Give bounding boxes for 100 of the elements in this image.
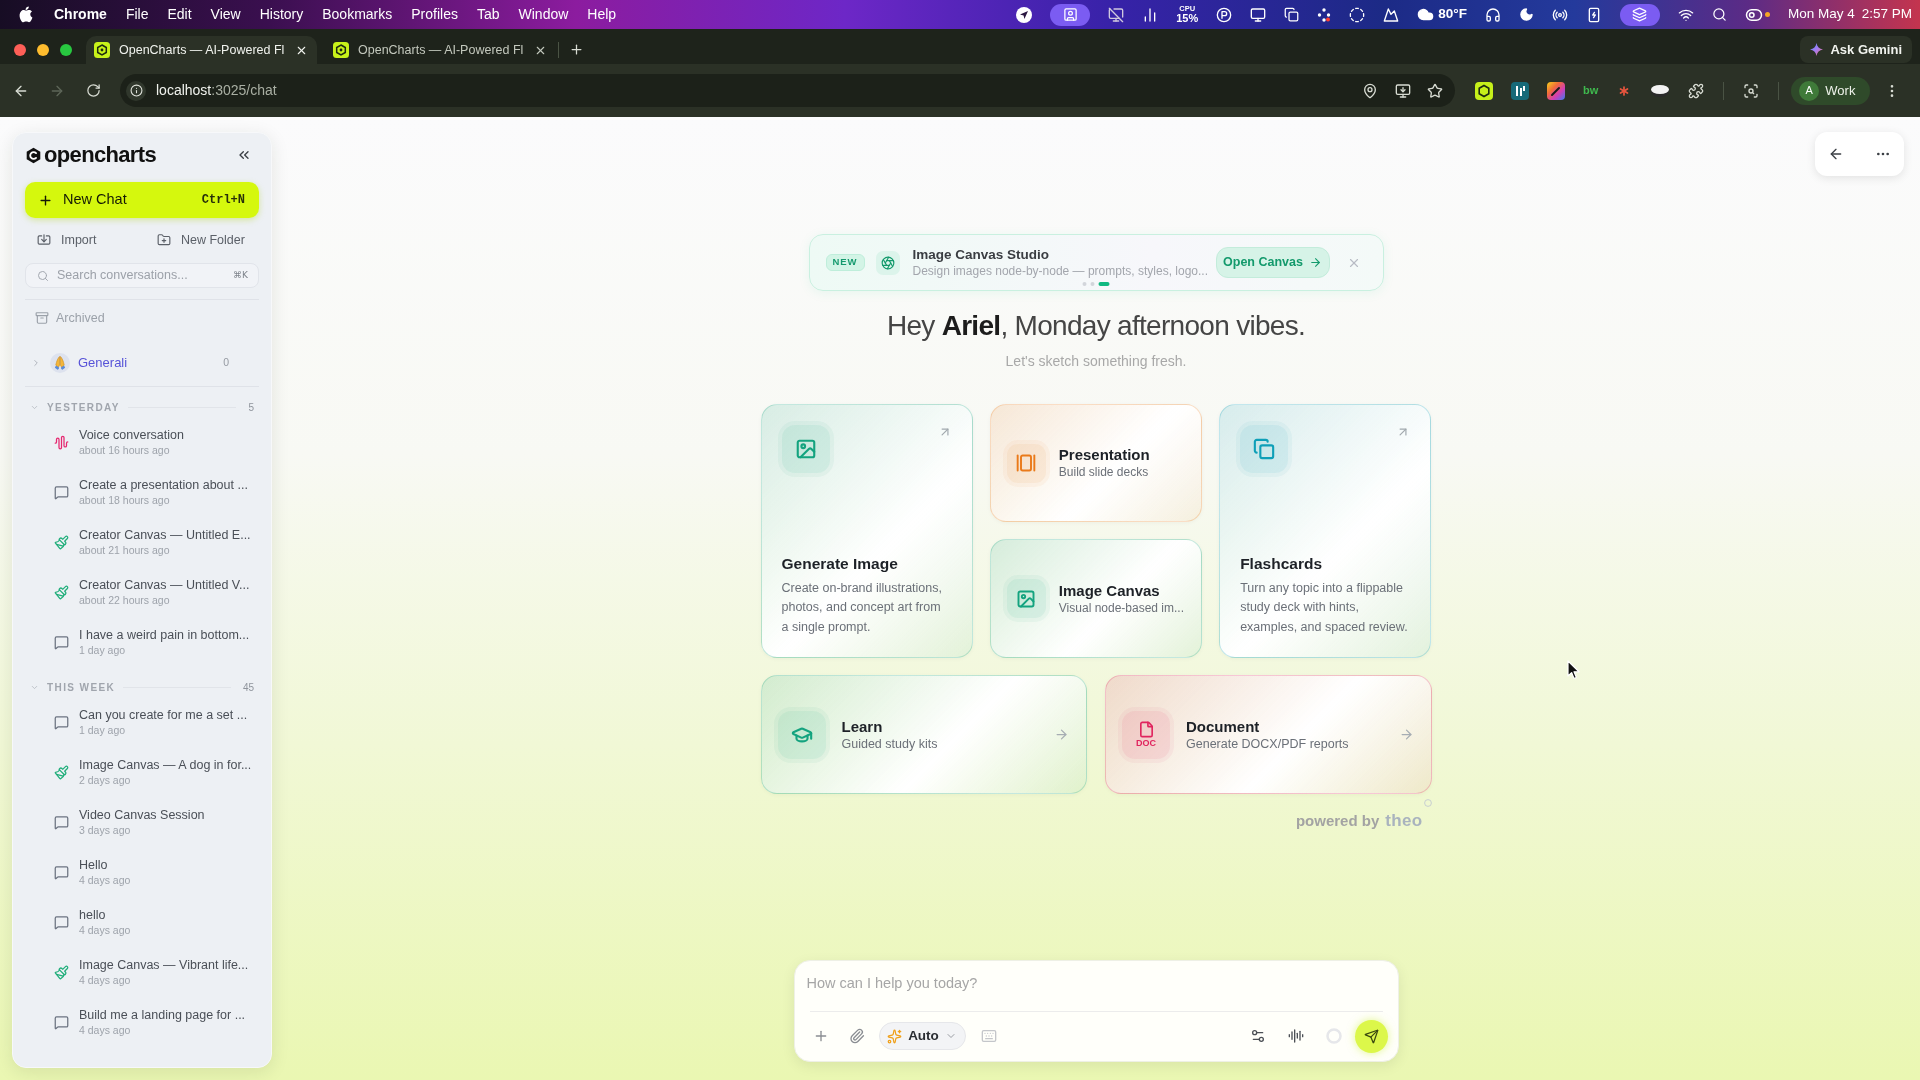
praying-hands-icon <box>50 353 70 373</box>
disc-extension-icon[interactable] <box>1650 83 1671 98</box>
arrow-right-icon <box>1054 727 1069 742</box>
import-icon[interactable] <box>37 233 51 247</box>
mode-selector[interactable]: Auto <box>878 1022 966 1050</box>
conversation-title[interactable]: Can you create for me a set ... <box>79 707 248 723</box>
feature-card[interactable]: DOC Document Generate DOCX/PDF reports <box>1105 675 1432 794</box>
mountain-icon[interactable] <box>1383 6 1400 23</box>
headphones-icon[interactable] <box>1484 6 1501 23</box>
conversation-title[interactable]: Video Canvas Session <box>79 807 205 823</box>
new-badge: NEW <box>825 254 865 271</box>
conversation-title[interactable]: Build me a landing page for ... <box>79 1007 246 1023</box>
dashed-circle-icon[interactable] <box>1349 6 1366 23</box>
conversation-time: about 18 hours ago <box>79 493 171 507</box>
search-icon <box>37 269 49 282</box>
conversation-title[interactable]: hello <box>79 907 131 923</box>
menu-bar-time[interactable]: 2:57 PM <box>1861 4 1912 25</box>
keyboard-shortcut: Ctrl+N <box>201 192 245 209</box>
conversation-title[interactable]: Voice conversation <box>79 427 184 443</box>
user-screen-icon[interactable] <box>1050 3 1091 26</box>
reload-icon[interactable] <box>86 83 101 98</box>
folder-plus-icon[interactable] <box>157 233 171 247</box>
menu-item[interactable]: Help <box>587 4 617 25</box>
conversation-title[interactable]: Creator Canvas — Untitled V... <box>79 577 250 593</box>
send-button[interactable] <box>1354 1019 1388 1053</box>
conversation-title[interactable]: Hello <box>79 857 131 873</box>
minimize-window-button[interactable] <box>37 43 49 56</box>
conversation-title[interactable]: Creator Canvas — Untitled E... <box>79 527 251 543</box>
chat-bubble-icon <box>54 814 69 830</box>
brand-logo-text: theo <box>1385 811 1423 831</box>
conversation-title[interactable]: Image Canvas — A dog in for... <box>79 757 252 773</box>
feature-card[interactable]: Generate Image Create on-brand illustrations, photos, and concept art from a single prompt. <box>760 404 973 658</box>
bookmark-star-icon[interactable] <box>1427 82 1443 99</box>
menu-item[interactable]: Bookmarks <box>322 4 393 25</box>
search-input[interactable]: Search conversations... <box>57 266 234 285</box>
card-description: Generate DOCX/PDF reports <box>1186 735 1349 753</box>
folder-name[interactable]: Generali <box>78 353 128 373</box>
profile-button[interactable]: A Work <box>1791 76 1871 105</box>
message-input[interactable]: How can I help you today? <box>806 967 1386 999</box>
menu-item[interactable]: History <box>259 4 304 25</box>
app-menu[interactable]: Chrome <box>54 4 107 25</box>
search-icon[interactable] <box>1711 7 1727 22</box>
banner-title: Image Canvas Studio <box>912 246 1051 263</box>
bars-extension-icon[interactable] <box>1511 81 1529 100</box>
menu-item[interactable]: File <box>125 4 149 25</box>
conversation-title[interactable]: I have a weird pain in bottom... <box>79 627 250 643</box>
menu-item[interactable]: Profiles <box>411 4 458 25</box>
feature-card[interactable]: Image Canvas Visual node-based im... <box>989 539 1203 658</box>
close-window-button[interactable] <box>14 43 26 56</box>
conversation-title[interactable]: Create a presentation about ... <box>79 477 248 493</box>
hexagon-favicon-icon <box>94 42 110 58</box>
address-bar[interactable]: localhost:3025/chat <box>120 74 1455 107</box>
menu-item[interactable]: Window <box>518 4 569 25</box>
ask-gemini-button[interactable]: Ask Gemini <box>1800 36 1912 63</box>
message-composer[interactable]: How can I help you today? Auto <box>793 960 1399 1062</box>
browser-tab[interactable]: OpenCharts — AI-Powered Fl <box>325 36 556 64</box>
paperclip-icon[interactable] <box>848 1028 865 1044</box>
menu-item[interactable]: View <box>210 4 241 25</box>
monitor-off-icon[interactable] <box>1108 6 1125 23</box>
site-info-icon[interactable] <box>126 80 146 101</box>
waveform-icon <box>54 434 69 450</box>
moon-icon[interactable] <box>1518 7 1534 22</box>
card-title: Generate Image <box>781 553 899 574</box>
back-arrow-icon[interactable] <box>1828 146 1844 162</box>
feature-card[interactable]: Flashcards Turn any topic into a flippable study deck with hints, examples, and spaced review. <box>1219 404 1432 658</box>
audio-lines-icon[interactable] <box>1287 1028 1304 1044</box>
feature-card[interactable]: Learn Guided study kits <box>760 675 1087 794</box>
conversation-title[interactable]: Image Canvas — Vibrant life... <box>79 957 249 973</box>
color-picker-extension-icon[interactable] <box>1547 81 1565 100</box>
feature-card[interactable]: Presentation Build slide decks <box>989 404 1203 522</box>
diamond-dots-icon[interactable] <box>1317 7 1332 22</box>
search-field[interactable]: Search conversations... ⌘K <box>25 263 259 288</box>
tab-search-icon[interactable] <box>1743 82 1760 99</box>
menu-item[interactable]: Edit <box>167 4 192 25</box>
new-chat-button[interactable]: New Chat Ctrl+N <box>25 182 259 218</box>
p-circle-icon[interactable] <box>1216 6 1233 23</box>
cloud-icon[interactable] <box>1417 6 1435 23</box>
monitor-icon[interactable] <box>1250 6 1267 23</box>
weather-temperature[interactable]: 80°F <box>1438 4 1467 25</box>
paintbrush-icon <box>54 964 69 980</box>
extension-label[interactable]: bw <box>1583 82 1599 99</box>
card-description: Turn any topic into a flippable study deck with hints, examples, and spaced review. <box>1240 579 1409 636</box>
hexagon-logo-icon <box>25 146 42 164</box>
menu-item[interactable]: Tab <box>476 4 500 25</box>
sidebar-action[interactable]: Import <box>61 230 97 250</box>
layers-icon[interactable] <box>1619 3 1660 26</box>
zoom-window-button[interactable] <box>60 43 72 56</box>
mouse-pointer-icon <box>1567 660 1580 680</box>
card-description: Visual node-based im... <box>1058 599 1184 617</box>
new-tab-icon[interactable] <box>569 42 584 57</box>
location-pin-icon[interactable] <box>1362 82 1378 99</box>
sliders-icon[interactable] <box>1249 1028 1266 1044</box>
apple-logo-icon[interactable] <box>19 6 33 23</box>
sidebar-action[interactable]: New Folder <box>181 230 245 250</box>
menu-bar-date[interactable]: Mon May 4 <box>1787 4 1855 25</box>
browser-tab[interactable]: OpenCharts — AI-Powered Fl <box>86 36 317 64</box>
extensions-icon[interactable] <box>1688 82 1705 99</box>
install-icon[interactable] <box>1395 82 1411 99</box>
hexagon-extension-icon[interactable] <box>1475 81 1493 100</box>
windows-icon[interactable] <box>1284 7 1300 22</box>
